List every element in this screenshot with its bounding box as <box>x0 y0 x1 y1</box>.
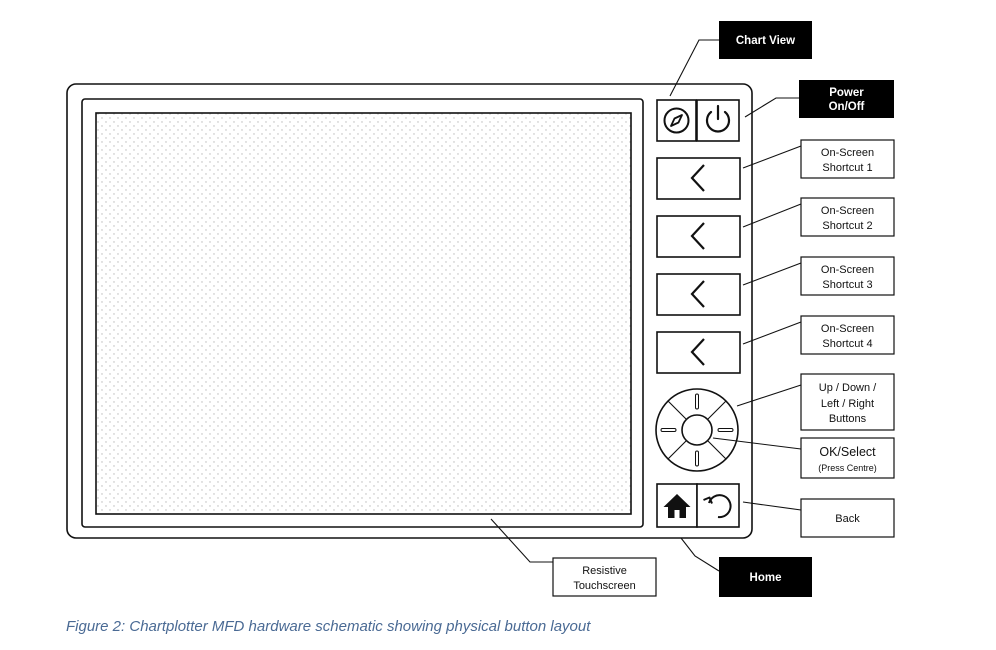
power-button[interactable] <box>696 99 740 142</box>
callout-ok-select-line2: (Press Centre) <box>818 463 877 473</box>
callout-shortcut-3: On-Screen Shortcut 3 <box>800 256 895 296</box>
callout-chart-view-text: Chart View <box>736 35 795 47</box>
callout-dpad-line1: Up / Down / <box>819 382 877 394</box>
callout-shortcut-1: On-Screen Shortcut 1 <box>800 139 895 179</box>
dpad-up[interactable] <box>695 393 699 410</box>
callout-shortcut-2: On-Screen Shortcut 2 <box>800 197 895 237</box>
callout-shortcut-4-line1: On-Screen <box>821 323 874 335</box>
ok-select-button[interactable] <box>681 414 713 446</box>
callout-ok-select: OK/Select (Press Centre) <box>800 437 895 479</box>
callout-back-text: Back <box>835 513 860 525</box>
callout-shortcut-3-line2: Shortcut 3 <box>822 279 872 291</box>
callout-dpad-line2: Left / Right <box>821 398 874 410</box>
callout-shortcut-1-line2: Shortcut 1 <box>822 162 872 174</box>
callout-shortcut-2-line1: On-Screen <box>821 205 874 217</box>
callout-dpad: Up / Down / Left / Right Buttons <box>800 373 895 431</box>
callout-home: Home <box>719 557 812 597</box>
shortcut-button-2[interactable] <box>656 215 741 258</box>
callout-shortcut-4-line2: Shortcut 4 <box>822 338 872 350</box>
shortcut-button-4[interactable] <box>656 331 741 374</box>
shortcut-button-3[interactable] <box>656 273 741 316</box>
callout-shortcut-4: On-Screen Shortcut 4 <box>800 315 895 355</box>
callout-touchscreen-line2: Touchscreen <box>573 580 635 592</box>
home-button[interactable] <box>656 483 698 528</box>
callout-touchscreen-line1: Resistive <box>582 565 627 577</box>
touchscreen[interactable] <box>95 112 632 515</box>
callout-ok-select-line1: OK/Select <box>819 445 876 459</box>
callout-touchscreen: Resistive Touchscreen <box>552 557 657 597</box>
callout-power-line2: On/Off <box>829 101 865 113</box>
callout-shortcut-3-line1: On-Screen <box>821 264 874 276</box>
callout-dpad-line3: Buttons <box>829 413 867 425</box>
callout-power-line1: Power <box>829 87 864 99</box>
directional-pad[interactable] <box>655 388 739 472</box>
back-button[interactable] <box>696 483 740 528</box>
figure-caption: Figure 2: Chartplotter MFD hardware sche… <box>66 618 591 635</box>
callout-back: Back <box>800 498 895 538</box>
dpad-down[interactable] <box>695 450 699 467</box>
callout-shortcut-2-line2: Shortcut 2 <box>822 220 872 232</box>
dpad-right[interactable] <box>717 428 734 432</box>
chart-view-button[interactable] <box>656 99 697 142</box>
callout-chart-view: Chart View <box>719 21 812 59</box>
callout-power: Power On/Off <box>799 80 894 118</box>
mfd-schematic: Chart View Power On/Off On-Screen Shortc… <box>66 21 895 597</box>
callout-home-text: Home <box>750 572 782 584</box>
dpad-left[interactable] <box>660 428 677 432</box>
callout-shortcut-1-line1: On-Screen <box>821 147 874 159</box>
shortcut-button-1[interactable] <box>656 157 741 200</box>
